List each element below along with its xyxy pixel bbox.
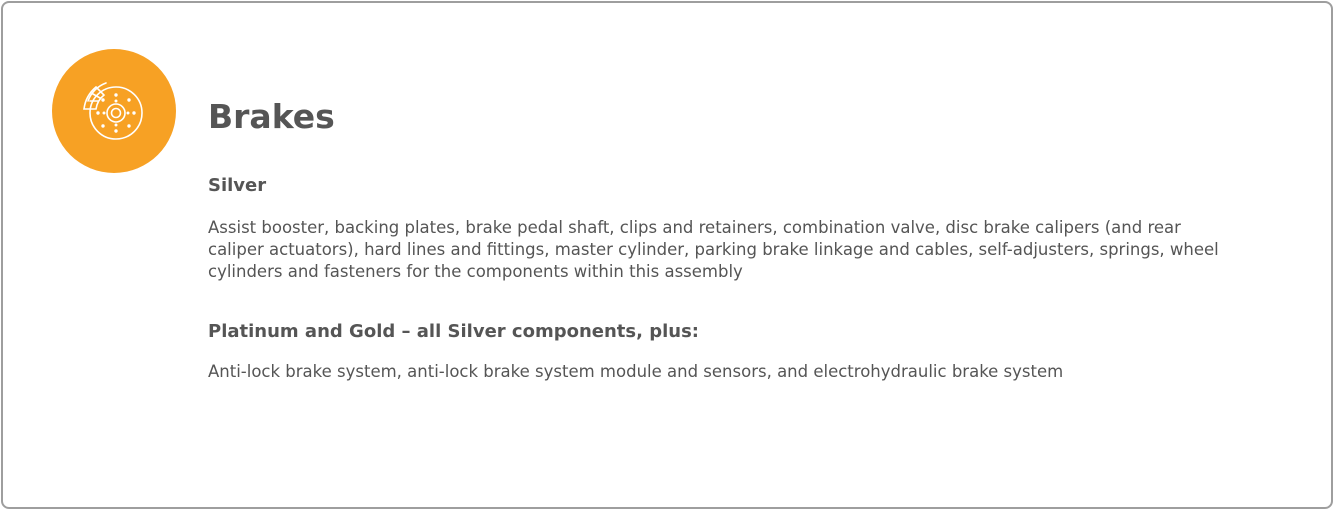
section-title: Brakes bbox=[208, 97, 335, 136]
brake-disc-icon bbox=[83, 82, 143, 140]
brake-icon-badge bbox=[52, 49, 176, 173]
platinum-gold-components-text: Anti-lock brake system, anti-lock brake … bbox=[208, 362, 1064, 381]
platinum-gold-heading: Platinum and Gold – all Silver component… bbox=[208, 321, 700, 342]
silver-heading: Silver bbox=[208, 175, 267, 196]
silver-components-text: Assist booster, backing plates, brake pe… bbox=[208, 218, 1219, 281]
coverage-card: Brakes Silver Assist booster, backing pl… bbox=[1, 1, 1333, 509]
